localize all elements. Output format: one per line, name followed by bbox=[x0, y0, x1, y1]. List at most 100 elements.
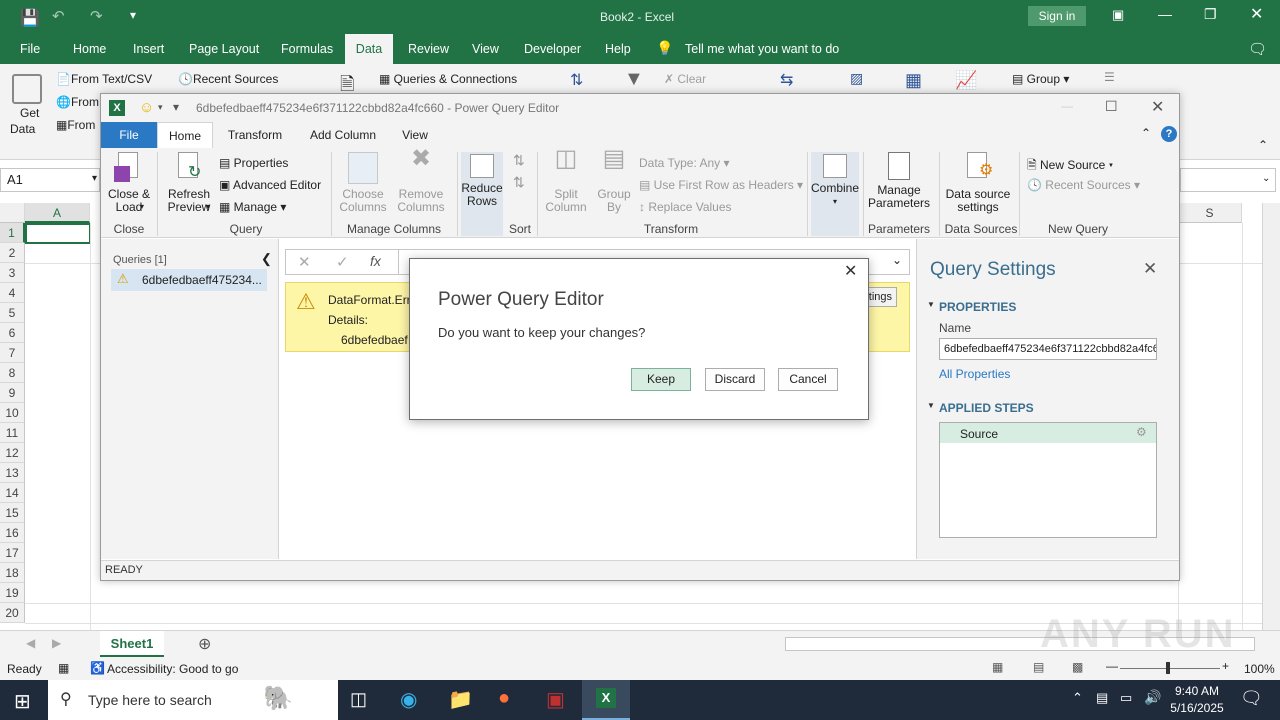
pq-tab-file[interactable]: File bbox=[101, 122, 157, 148]
expand-formula-icon[interactable]: ⌄ bbox=[892, 253, 902, 267]
properties-collapse-icon[interactable]: ▼ bbox=[927, 300, 935, 309]
manage-button[interactable]: ▦ Manage ▾ bbox=[219, 200, 286, 214]
query-name-input[interactable]: 6dbefedbaeff475234e6f371122cbbd82a4fc660 bbox=[939, 338, 1157, 360]
row-header-14[interactable]: 14 bbox=[0, 483, 25, 503]
file-explorer-icon[interactable]: 📁 bbox=[448, 687, 473, 712]
discard-button[interactable]: Discard bbox=[705, 368, 765, 391]
reduce-rows-button[interactable]: Reduce Rows bbox=[461, 152, 503, 236]
tab-data[interactable]: Data bbox=[345, 34, 393, 64]
macro-record-icon[interactable]: ▦ bbox=[58, 661, 69, 675]
sort-descending-icon[interactable]: ⇅ bbox=[513, 174, 525, 191]
properties-button[interactable]: ▤ Properties bbox=[219, 156, 288, 170]
page-layout-view-icon[interactable]: ▤ bbox=[1033, 660, 1044, 674]
volume-icon[interactable]: 🔊 bbox=[1144, 689, 1161, 706]
collapse-ribbon-icon[interactable]: ⌃ bbox=[1258, 138, 1268, 152]
get-data-label-2[interactable]: Data bbox=[10, 122, 35, 136]
minimize-icon[interactable]: — bbox=[1158, 6, 1172, 22]
name-box-dropdown-icon[interactable]: ▾ bbox=[92, 173, 97, 184]
dialog-close-icon[interactable]: ✕ bbox=[844, 261, 857, 281]
group-by-button[interactable]: ▤ Group By bbox=[593, 147, 635, 214]
filter-icon[interactable]: ▼ bbox=[624, 68, 644, 91]
row-header-5[interactable]: 5 bbox=[0, 303, 25, 323]
prev-sheet-icon[interactable]: ◀ bbox=[26, 636, 35, 650]
pq-tab-transform[interactable]: Transform bbox=[219, 122, 291, 148]
queries-connections-button[interactable]: ▦ Queries & Connections bbox=[379, 72, 517, 86]
close-icon[interactable]: ✕ bbox=[1250, 4, 1263, 24]
row-header-15[interactable]: 15 bbox=[0, 503, 25, 523]
tab-file[interactable]: File bbox=[18, 34, 42, 64]
tray-chevron-icon[interactable]: ⌃ bbox=[1072, 690, 1083, 706]
applied-step-item[interactable]: Source ⚙ bbox=[940, 423, 1156, 443]
refresh-dropdown-icon[interactable]: ▾ bbox=[206, 202, 210, 211]
row-header-19[interactable]: 19 bbox=[0, 583, 25, 603]
all-properties-link[interactable]: All Properties bbox=[939, 367, 1010, 381]
get-data-label-1[interactable]: Get bbox=[20, 106, 39, 120]
applied-steps-collapse-icon[interactable]: ▼ bbox=[927, 401, 935, 410]
zoom-in-icon[interactable]: + bbox=[1222, 659, 1229, 673]
notifications-icon[interactable]: 🗨 bbox=[1240, 688, 1263, 709]
confirm-formula-icon[interactable]: ✓ bbox=[336, 253, 349, 271]
taskbar-search-box[interactable]: ⚲ Type here to search 🐘 bbox=[48, 680, 338, 720]
row-header-12[interactable]: 12 bbox=[0, 443, 25, 463]
recent-sources-button[interactable]: 🕓Recent Sources bbox=[178, 72, 278, 86]
zoom-slider[interactable] bbox=[1120, 668, 1220, 669]
help-icon[interactable]: ? bbox=[1161, 126, 1177, 142]
undo-icon[interactable]: ↶ bbox=[52, 7, 65, 25]
text-to-columns-icon[interactable]: ⇆ bbox=[780, 70, 793, 90]
collapse-queries-icon[interactable]: ❮ bbox=[261, 251, 272, 267]
smiley-icon[interactable]: ☺ bbox=[139, 99, 154, 116]
row-header-10[interactable]: 10 bbox=[0, 403, 25, 423]
row-header-11[interactable]: 11 bbox=[0, 423, 25, 443]
task-view-icon[interactable]: ◫ bbox=[350, 689, 367, 710]
tab-help[interactable]: Help bbox=[603, 34, 633, 64]
restore-icon[interactable]: ❐ bbox=[1204, 6, 1217, 23]
vertical-scrollbar[interactable] bbox=[1262, 203, 1280, 630]
row-header-7[interactable]: 7 bbox=[0, 343, 25, 363]
formula-expand-icon[interactable]: ⌄ bbox=[1262, 173, 1270, 184]
tab-review[interactable]: Review bbox=[406, 34, 451, 64]
tray-display-icon[interactable]: ▭ bbox=[1120, 690, 1132, 706]
row-header-3[interactable]: 3 bbox=[0, 263, 25, 283]
advanced-editor-button[interactable]: ▣ Advanced Editor bbox=[219, 178, 321, 192]
step-settings-gear-icon[interactable]: ⚙ bbox=[1136, 425, 1147, 439]
pq-tab-add-column[interactable]: Add Column bbox=[301, 122, 385, 148]
row-header-20[interactable]: 20 bbox=[0, 603, 25, 623]
name-box[interactable]: A1 bbox=[0, 168, 100, 192]
close-and-load-button[interactable]: Close & Load bbox=[105, 152, 153, 214]
sort-icon[interactable]: ⇅ bbox=[570, 70, 583, 90]
manage-parameters-button[interactable]: Manage Parameters bbox=[867, 152, 931, 210]
normal-view-icon[interactable]: ▦ bbox=[992, 660, 1003, 674]
row-header-17[interactable]: 17 bbox=[0, 543, 25, 563]
edge-icon[interactable]: ◉ bbox=[400, 687, 417, 712]
tell-me-search[interactable]: Tell me what you want to do bbox=[683, 34, 841, 64]
column-header-a[interactable]: A bbox=[25, 203, 90, 223]
customize-toolbar-icon[interactable]: ▾ bbox=[130, 8, 136, 22]
data-source-settings-button[interactable]: ⚙ Data source settings bbox=[943, 152, 1013, 214]
tab-page-layout[interactable]: Page Layout bbox=[187, 34, 261, 64]
tray-network-icon[interactable]: ▤ bbox=[1096, 690, 1108, 706]
tab-formulas[interactable]: Formulas bbox=[279, 34, 335, 64]
group-button[interactable]: ▤ Group ▾ bbox=[1012, 72, 1069, 86]
new-source-button[interactable]: 🗎 New Source ▾ bbox=[1027, 156, 1113, 177]
clock-time[interactable]: 9:40 AM bbox=[1172, 684, 1222, 698]
row-header-8[interactable]: 8 bbox=[0, 363, 25, 383]
row-header-1[interactable]: 1 bbox=[0, 223, 25, 243]
page-break-view-icon[interactable]: ▩ bbox=[1072, 660, 1083, 674]
row-header-16[interactable]: 16 bbox=[0, 523, 25, 543]
from-web-button[interactable]: 🌐From bbox=[56, 95, 99, 109]
pq-close-icon[interactable]: ✕ bbox=[1151, 97, 1164, 117]
from-text-csv-button[interactable]: 📄From Text/CSV bbox=[56, 72, 152, 86]
forecast-sheet-icon[interactable]: 📈 bbox=[955, 70, 977, 91]
data-tools-icon[interactable]: ▨ bbox=[850, 70, 863, 87]
row-header-18[interactable]: 18 bbox=[0, 563, 25, 583]
save-icon[interactable]: 💾 bbox=[20, 8, 40, 28]
row-header-13[interactable]: 13 bbox=[0, 463, 25, 483]
remove-columns-button[interactable]: ✖ Remove Columns bbox=[393, 147, 449, 214]
pq-collapse-ribbon-icon[interactable]: ⌃ bbox=[1141, 126, 1151, 140]
redo-icon[interactable]: ↷ bbox=[90, 7, 103, 25]
feedback-dropdown-icon[interactable]: ▾ bbox=[158, 102, 163, 113]
accessibility-status[interactable]: Accessibility: Good to go bbox=[107, 662, 238, 676]
pq-maximize-icon[interactable]: ☐ bbox=[1105, 98, 1118, 115]
keep-button[interactable]: Keep bbox=[631, 368, 691, 391]
cancel-formula-icon[interactable]: ✕ bbox=[298, 253, 311, 271]
